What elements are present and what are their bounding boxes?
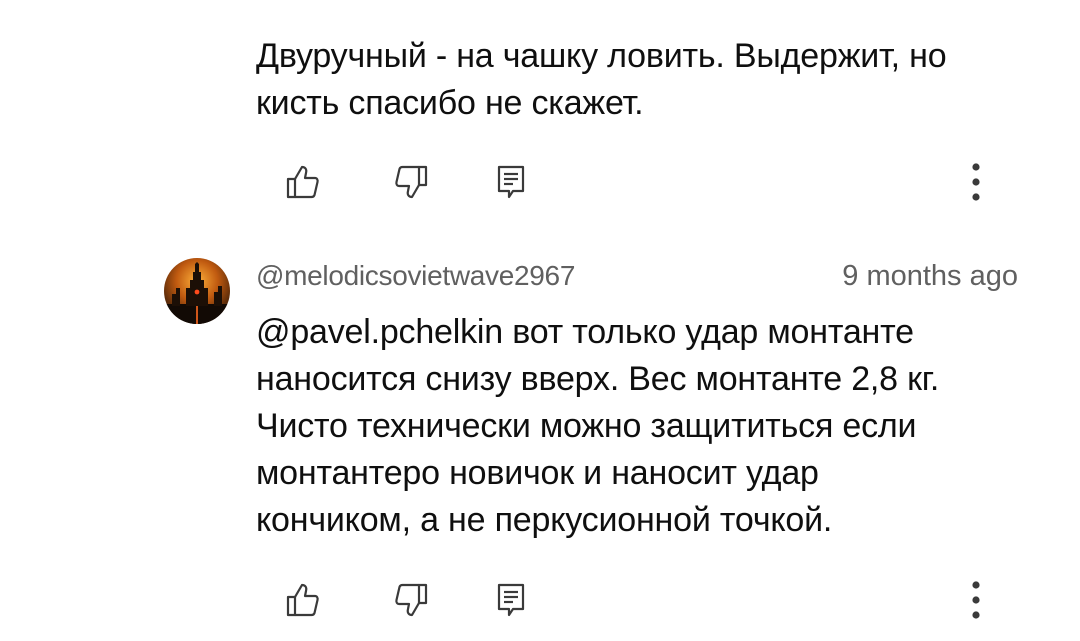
- comment-1-more-button[interactable]: [956, 162, 996, 202]
- thumb-down-icon: [395, 165, 428, 199]
- avatar[interactable]: [164, 258, 230, 324]
- comment-1-like-button[interactable]: [283, 162, 323, 202]
- comment-author[interactable]: @melodicsovietwave2967: [256, 260, 575, 292]
- thumb-up-icon: [286, 583, 319, 617]
- comment-1-text: Двуручный - на чашку ловить. Выдержит, н…: [256, 37, 947, 122]
- comment-2-reply-button[interactable]: [491, 580, 531, 620]
- comment-timestamp[interactable]: 9 months ago: [842, 260, 1018, 293]
- comment-1-action-bar: [283, 162, 1003, 202]
- comment-1-reply-button[interactable]: [491, 162, 531, 202]
- thumb-up-icon: [286, 165, 319, 199]
- avatar-image: [164, 258, 230, 324]
- comment-2-dislike-button[interactable]: [391, 580, 431, 620]
- reply-comment-icon: [497, 165, 525, 199]
- more-vert-icon: [972, 581, 980, 619]
- more-vert-icon: [972, 163, 980, 201]
- comment-2-text: @pavel.pchelkin вот только удар монтанте…: [256, 313, 940, 539]
- comment-1-dislike-button[interactable]: [391, 162, 431, 202]
- thumb-down-icon: [395, 583, 428, 617]
- comment-2-like-button[interactable]: [283, 580, 323, 620]
- reply-comment-icon: [497, 583, 525, 617]
- comment-2-action-bar: [283, 580, 1003, 620]
- comment-2-more-button[interactable]: [956, 580, 996, 620]
